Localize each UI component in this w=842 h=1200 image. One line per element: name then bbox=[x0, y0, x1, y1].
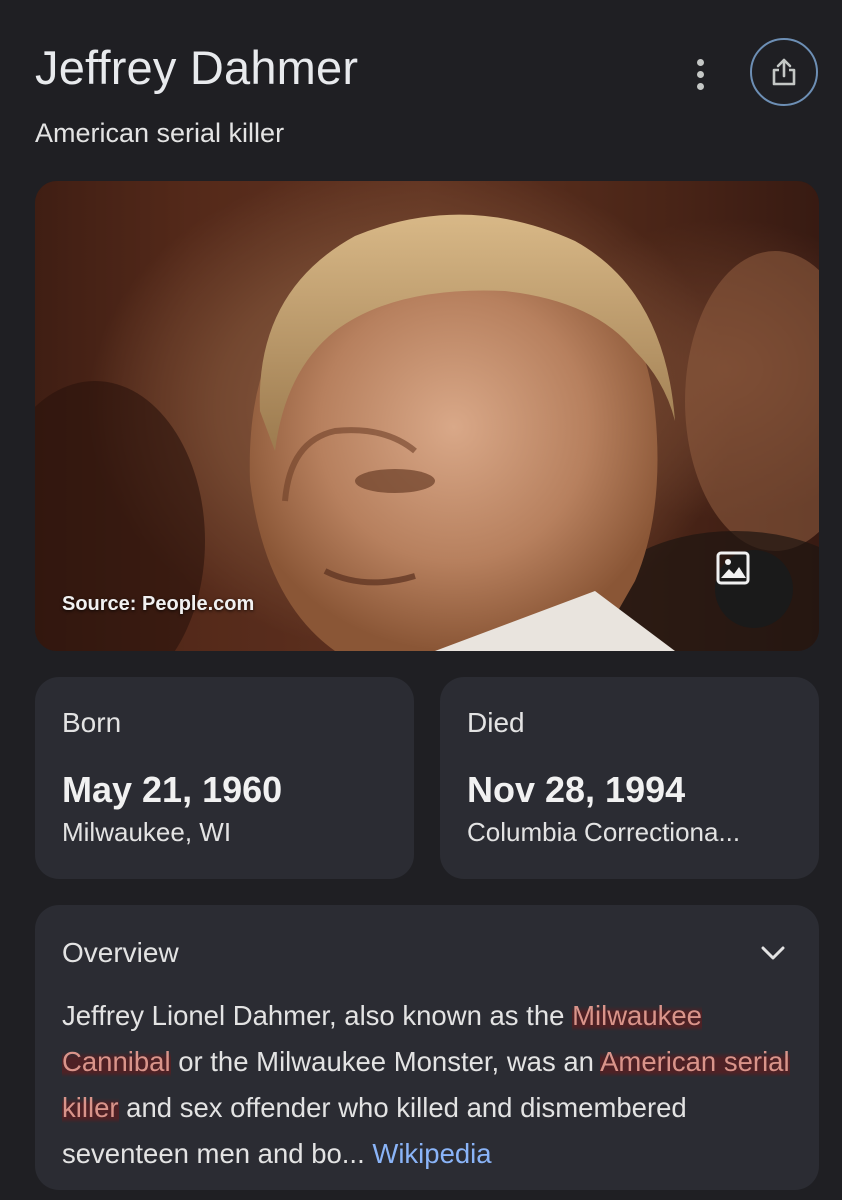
share-button[interactable] bbox=[750, 38, 818, 106]
entity-title: Jeffrey Dahmer bbox=[35, 41, 359, 94]
born-label: Born bbox=[62, 707, 122, 738]
image-source-label: Source: People.com bbox=[62, 593, 255, 615]
died-card[interactable]: Died Nov 28, 1994 Columbia Correctiona..… bbox=[440, 677, 819, 879]
entity-photo[interactable]: Source: People.com bbox=[35, 181, 819, 651]
overview-text-part: Jeffrey Lionel Dahmer, also known as the bbox=[62, 1000, 573, 1031]
died-label: Died bbox=[467, 707, 525, 738]
died-place: Columbia Correctiona... bbox=[467, 817, 741, 847]
born-date: May 21, 1960 bbox=[62, 769, 283, 810]
born-card[interactable]: Born May 21, 1960 Milwaukee, WI bbox=[35, 677, 414, 879]
entity-subtitle: American serial killer bbox=[35, 118, 285, 148]
share-icon bbox=[772, 58, 796, 86]
view-images-button[interactable] bbox=[715, 550, 793, 628]
died-date: Nov 28, 1994 bbox=[467, 769, 686, 810]
expand-overview-button[interactable] bbox=[753, 933, 793, 973]
overview-heading: Overview bbox=[62, 937, 179, 968]
knowledge-panel: Jeffrey Dahmer American serial killer So… bbox=[0, 0, 842, 1200]
overview-card: Overview Jeffrey Lionel Dahmer, also kno… bbox=[35, 905, 819, 1190]
born-place: Milwaukee, WI bbox=[62, 817, 232, 847]
image-icon bbox=[716, 551, 750, 585]
more-options-button[interactable] bbox=[682, 52, 718, 96]
wikipedia-link[interactable]: Wikipedia bbox=[372, 1138, 491, 1169]
overview-text: Jeffrey Lionel Dahmer, also known as the… bbox=[62, 993, 802, 1177]
portrait-illustration bbox=[35, 181, 819, 651]
overview-text-part: or the Milwaukee Monster, was an bbox=[170, 1046, 601, 1077]
more-vert-icon bbox=[696, 58, 704, 66]
chevron-down-icon bbox=[761, 946, 785, 960]
